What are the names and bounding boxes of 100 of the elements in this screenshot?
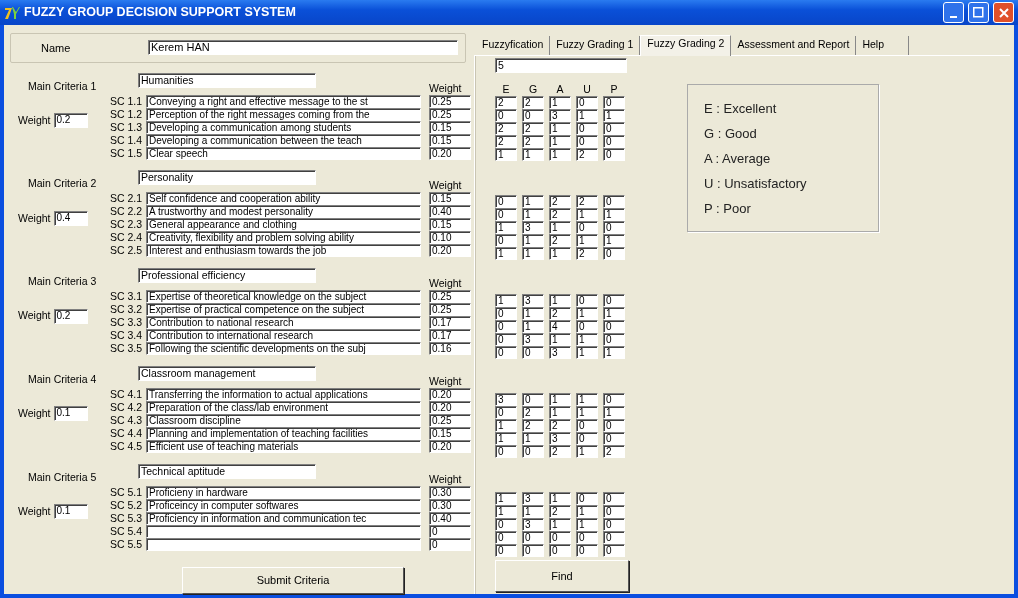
grade-field[interactable]: 0 bbox=[576, 544, 598, 557]
subcriteria-field[interactable]: Interest and enthusiasm towards the job bbox=[146, 244, 421, 258]
grade-field[interactable]: 3 bbox=[495, 393, 517, 406]
grade-field[interactable]: 1 bbox=[603, 234, 625, 247]
grade-field[interactable]: 1 bbox=[603, 208, 625, 221]
grade-field[interactable]: 1 bbox=[495, 432, 517, 445]
name-field[interactable]: Kerem HAN bbox=[148, 40, 458, 56]
grade-field[interactable]: 0 bbox=[549, 531, 571, 544]
grade-field[interactable]: 0 bbox=[495, 195, 517, 208]
grade-field[interactable]: 1 bbox=[549, 333, 571, 346]
weight-field[interactable]: 0.17 bbox=[429, 329, 471, 343]
grade-field[interactable]: 1 bbox=[603, 109, 625, 122]
grade-field[interactable]: 1 bbox=[495, 221, 517, 234]
grade-field[interactable]: 1 bbox=[576, 333, 598, 346]
grade-field[interactable]: 0 bbox=[603, 544, 625, 557]
grade-field[interactable]: 3 bbox=[549, 432, 571, 445]
grade-field[interactable]: 1 bbox=[549, 96, 571, 109]
subcriteria-field[interactable]: Contribution to national research bbox=[146, 316, 421, 330]
weight-field[interactable]: 0.2 bbox=[53, 308, 88, 324]
criteria-name-field[interactable]: Classroom management bbox=[138, 365, 316, 381]
grade-field[interactable]: 3 bbox=[522, 492, 544, 505]
grade-field[interactable]: 3 bbox=[522, 333, 544, 346]
grade-field[interactable]: 1 bbox=[549, 122, 571, 135]
tab[interactable]: Fuzzy Grading 2 bbox=[640, 35, 732, 56]
weight-field[interactable]: 0.25 bbox=[429, 303, 471, 317]
grade-field[interactable]: 1 bbox=[495, 492, 517, 505]
weight-field[interactable]: 0.4 bbox=[53, 210, 88, 226]
grade-field[interactable]: 0 bbox=[603, 247, 625, 260]
grade-field[interactable]: 0 bbox=[603, 505, 625, 518]
weight-field[interactable]: 0.10 bbox=[429, 231, 471, 245]
grade-field[interactable]: 2 bbox=[522, 122, 544, 135]
grade-field[interactable]: 1 bbox=[576, 406, 598, 419]
grade-field[interactable]: 2 bbox=[495, 122, 517, 135]
grade-field[interactable]: 0 bbox=[495, 445, 517, 458]
grade-field[interactable]: 2 bbox=[549, 307, 571, 320]
grade-field[interactable]: 0 bbox=[603, 531, 625, 544]
grade-field[interactable]: 1 bbox=[522, 208, 544, 221]
grade-field[interactable]: 0 bbox=[603, 135, 625, 148]
grade-field[interactable]: 2 bbox=[495, 96, 517, 109]
grade-field[interactable]: 0 bbox=[522, 393, 544, 406]
close-button[interactable] bbox=[993, 2, 1014, 23]
grade-field[interactable]: 0 bbox=[576, 135, 598, 148]
grade-field[interactable]: 0 bbox=[603, 96, 625, 109]
grade-field[interactable]: 1 bbox=[603, 406, 625, 419]
grade-field[interactable]: 0 bbox=[549, 544, 571, 557]
grade-field[interactable]: 0 bbox=[576, 320, 598, 333]
grade-field[interactable]: 1 bbox=[522, 234, 544, 247]
grade-field[interactable]: 1 bbox=[603, 346, 625, 359]
grade-field[interactable]: 1 bbox=[522, 307, 544, 320]
grade-field[interactable]: 0 bbox=[576, 531, 598, 544]
grade-field[interactable]: 1 bbox=[603, 307, 625, 320]
grade-field[interactable]: 0 bbox=[603, 320, 625, 333]
subcriteria-field[interactable]: Proficieny in hardware bbox=[146, 485, 421, 499]
find-button[interactable]: Find bbox=[495, 560, 629, 592]
grade-field[interactable]: 2 bbox=[576, 148, 598, 161]
grade-field[interactable]: 1 bbox=[522, 195, 544, 208]
grade-field[interactable]: 0 bbox=[603, 432, 625, 445]
grade-field[interactable]: 2 bbox=[522, 96, 544, 109]
grade-field[interactable]: 1 bbox=[495, 294, 517, 307]
grade-field[interactable]: 0 bbox=[576, 432, 598, 445]
grade-field[interactable]: 1 bbox=[522, 505, 544, 518]
grade-field[interactable]: 0 bbox=[495, 109, 517, 122]
grade-field[interactable]: 0 bbox=[495, 406, 517, 419]
grade-field[interactable]: 1 bbox=[549, 518, 571, 531]
grade-field[interactable]: 0 bbox=[495, 333, 517, 346]
grade-field[interactable]: 0 bbox=[495, 544, 517, 557]
grade-field[interactable]: 1 bbox=[549, 294, 571, 307]
grade-field[interactable]: 0 bbox=[495, 307, 517, 320]
grade-field[interactable]: 1 bbox=[549, 135, 571, 148]
grade-field[interactable]: 2 bbox=[522, 419, 544, 432]
weight-field[interactable]: 0.16 bbox=[429, 342, 471, 356]
grade-field[interactable]: 0 bbox=[603, 492, 625, 505]
grade-field[interactable]: 1 bbox=[495, 247, 517, 260]
criteria-name-field[interactable]: Personality bbox=[138, 170, 316, 186]
weight-field[interactable]: 0.15 bbox=[429, 192, 471, 206]
grade-field[interactable]: 0 bbox=[603, 333, 625, 346]
subcriteria-field[interactable]: Expertise of theoretical knowledge on the subject bbox=[146, 290, 421, 304]
grade-field[interactable]: 1 bbox=[549, 492, 571, 505]
weight-field[interactable]: 0.15 bbox=[429, 218, 471, 232]
grade-field[interactable]: 0 bbox=[576, 294, 598, 307]
grade-field[interactable]: 1 bbox=[576, 445, 598, 458]
grade-field[interactable]: 0 bbox=[522, 346, 544, 359]
grade-field[interactable]: 1 bbox=[549, 247, 571, 260]
grade-field[interactable]: 2 bbox=[549, 505, 571, 518]
subcriteria-field[interactable]: Contribution to international research bbox=[146, 329, 421, 343]
grade-field[interactable]: 1 bbox=[495, 148, 517, 161]
grade-field[interactable]: 1 bbox=[549, 148, 571, 161]
grade-field[interactable]: 0 bbox=[522, 445, 544, 458]
grade-field[interactable]: 1 bbox=[522, 320, 544, 333]
grade-field[interactable]: 2 bbox=[549, 195, 571, 208]
weight-field[interactable]: 0.30 bbox=[429, 485, 471, 499]
grade-field[interactable]: 1 bbox=[495, 505, 517, 518]
grade-field[interactable]: 0 bbox=[576, 96, 598, 109]
grade-field[interactable]: 2 bbox=[576, 247, 598, 260]
grade-field[interactable]: 1 bbox=[549, 221, 571, 234]
subcriteria-field[interactable]: Self confidence and cooperation ability bbox=[146, 192, 421, 206]
criteria-name-field[interactable]: Professional efficiency bbox=[138, 268, 316, 284]
grade-field[interactable]: 1 bbox=[549, 406, 571, 419]
grade-field[interactable]: 2 bbox=[549, 208, 571, 221]
grade-field[interactable]: 0 bbox=[495, 234, 517, 247]
